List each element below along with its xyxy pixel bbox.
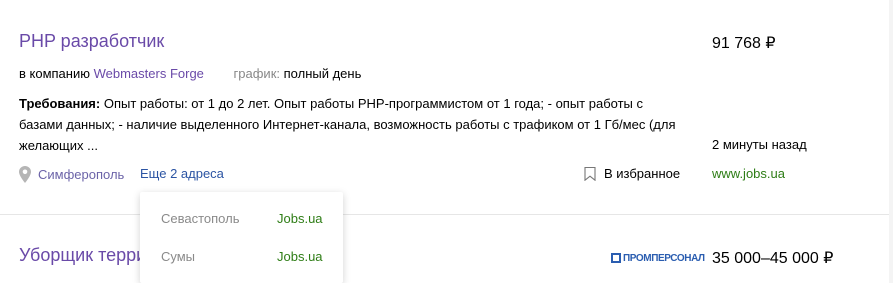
vacancy-title-link[interactable]: PHP разработчик bbox=[19, 31, 164, 52]
posted-time: 2 минуты назад bbox=[712, 137, 807, 152]
vacancy-salary: 35 000–45 000 ₽ bbox=[712, 250, 834, 267]
schedule-label: график: bbox=[233, 66, 280, 81]
dropdown-city: Севастополь bbox=[161, 211, 240, 226]
addresses-dropdown: Севастополь Jobs.ua Сумы Jobs.ua bbox=[140, 192, 343, 283]
favorites-label: В избранное bbox=[604, 166, 681, 181]
vacancy-salary: 91 768 ₽ bbox=[712, 35, 776, 52]
vacancy-card: PHP разработчик 91 768 ₽ в компанию Webm… bbox=[0, 0, 893, 214]
vacancy-description: Требования: Опыт работы: от 1 до 2 лет. … bbox=[19, 93, 679, 156]
dropdown-source-link[interactable]: Jobs.ua bbox=[277, 211, 323, 226]
map-pin-icon bbox=[19, 166, 31, 183]
more-addresses-link[interactable]: Еще 2 адреса bbox=[140, 166, 224, 181]
requirements-label: Требования: bbox=[19, 96, 101, 111]
vacancy-card: Уборщик терри ПРОМПЕРСОНАЛ 35 000–45 000… bbox=[0, 215, 893, 283]
location[interactable]: Симферополь bbox=[19, 166, 124, 183]
scrollbar-track[interactable] bbox=[889, 0, 893, 283]
logo-mark-icon bbox=[611, 253, 621, 263]
dropdown-source-link[interactable]: Jobs.ua bbox=[277, 249, 323, 264]
employer-logo-text: ПРОМПЕРСОНАЛ bbox=[623, 252, 705, 264]
source-link[interactable]: www.jobs.ua bbox=[712, 166, 785, 181]
dropdown-city: Сумы bbox=[161, 249, 196, 264]
company-prefix: в компанию bbox=[19, 66, 90, 81]
page: PHP разработчик 91 768 ₽ в компанию Webm… bbox=[0, 0, 893, 283]
add-to-favorites-button[interactable]: В избранное bbox=[584, 166, 680, 181]
vacancy-meta: в компанию Webmasters Forge график: полн… bbox=[19, 66, 361, 81]
bookmark-icon bbox=[584, 166, 596, 181]
requirements-text: Опыт работы: от 1 до 2 лет. Опыт работы … bbox=[19, 96, 676, 153]
dropdown-address-item[interactable]: Севастополь Jobs.ua bbox=[140, 200, 343, 238]
company-link[interactable]: Webmasters Forge bbox=[94, 66, 204, 81]
employer-logo[interactable]: ПРОМПЕРСОНАЛ bbox=[611, 252, 705, 264]
schedule-value: полный день bbox=[283, 66, 362, 81]
dropdown-address-item[interactable]: Сумы Jobs.ua bbox=[140, 238, 343, 276]
vacancy-title-link[interactable]: Уборщик терри bbox=[19, 245, 146, 266]
location-city[interactable]: Симферополь bbox=[38, 167, 124, 182]
